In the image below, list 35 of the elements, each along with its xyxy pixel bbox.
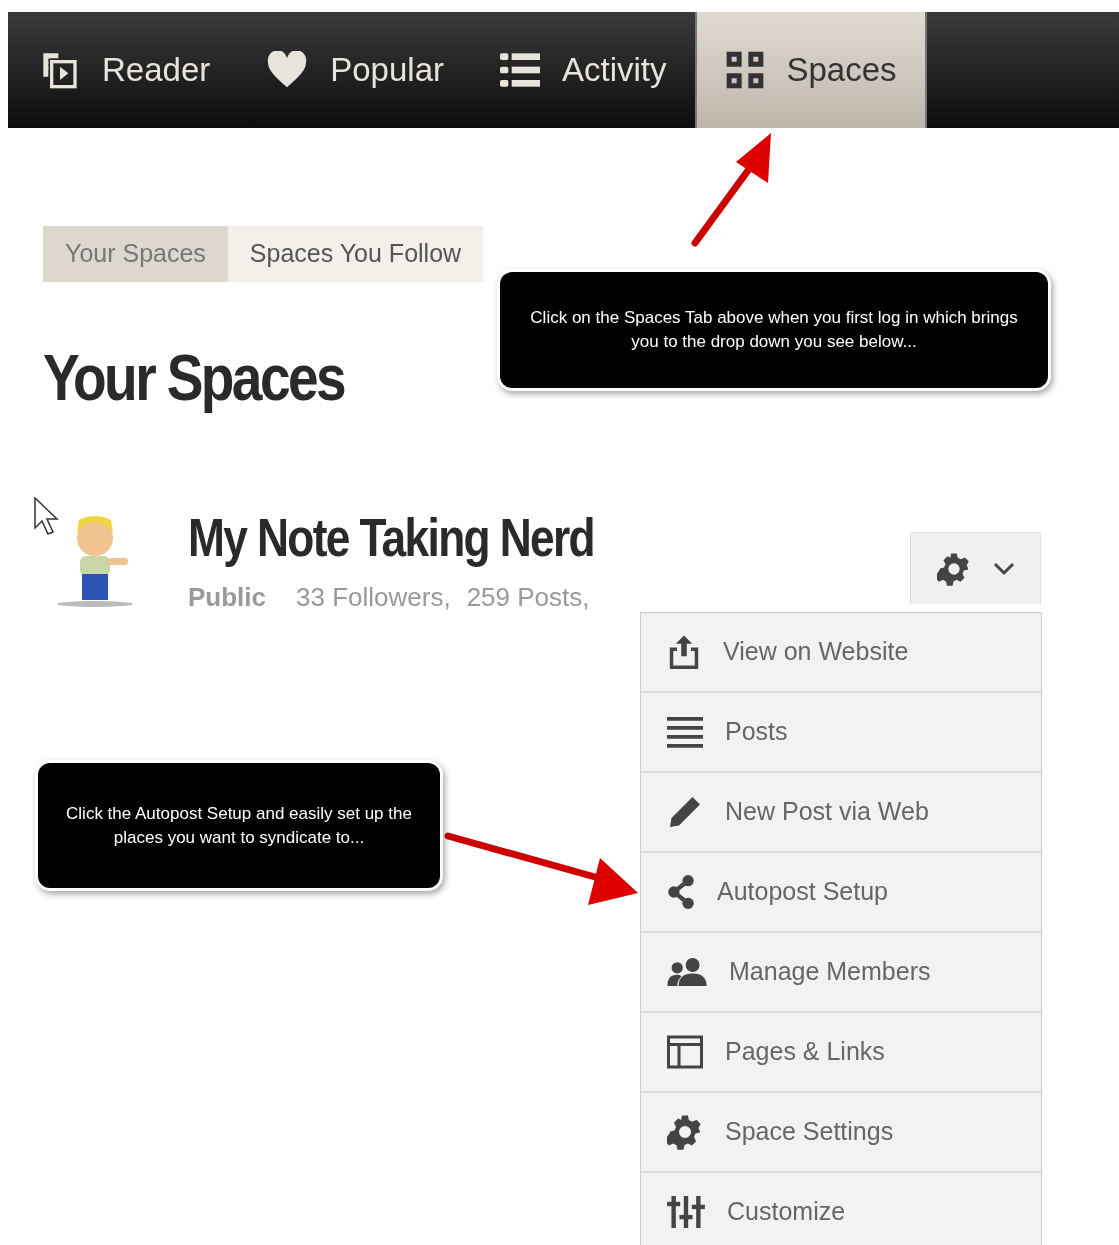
cursor-icon xyxy=(34,497,60,537)
menu-item[interactable]: Autopost Setup xyxy=(641,853,1041,933)
tab[interactable]: Spaces You Follow xyxy=(227,226,484,282)
people-icon xyxy=(667,958,707,986)
settings-icon xyxy=(936,551,971,586)
callout-box: Click on the Spaces Tab above when you first log in which brings you to the drop down you see below... xyxy=(500,272,1048,388)
followers-count: 33 Followers, xyxy=(296,581,451,614)
settings-dropdown-button[interactable] xyxy=(910,532,1041,604)
callout-box: Click the Autopost Setup and easily set up the places you want to syndicate to... xyxy=(38,763,440,888)
menu-item[interactable]: Space Settings xyxy=(641,1093,1041,1173)
menu-item[interactable]: Customize xyxy=(641,1173,1041,1245)
menu-item[interactable]: Manage Members xyxy=(641,933,1041,1013)
caret-icon xyxy=(992,561,1015,576)
share-icon xyxy=(667,875,695,909)
menu-item[interactable]: Pages & Links xyxy=(641,1013,1041,1093)
visibility-label: Public xyxy=(188,581,266,614)
menu-item[interactable]: View on Website xyxy=(641,613,1041,693)
tab[interactable]: Your Spaces xyxy=(43,226,228,282)
heart-icon xyxy=(266,51,309,89)
menu-item[interactable]: Posts xyxy=(641,693,1041,773)
sliders-icon xyxy=(667,1196,705,1228)
grid-icon xyxy=(724,50,765,90)
nav-tab[interactable]: Reader xyxy=(12,12,239,128)
gear-icon xyxy=(667,1114,703,1150)
posts-count: 259 Posts, xyxy=(466,581,590,614)
reader-icon xyxy=(40,50,80,90)
nav-tab[interactable]: Spaces xyxy=(694,12,927,128)
layout-icon xyxy=(667,1035,703,1069)
upload-icon xyxy=(667,634,701,670)
list-icon xyxy=(500,51,540,89)
nav-tab[interactable]: Popular xyxy=(238,12,472,128)
pencil-icon xyxy=(667,794,703,830)
menu-item[interactable]: New Post via Web xyxy=(641,773,1041,853)
nav-tab[interactable]: Activity xyxy=(472,12,695,128)
list-icon xyxy=(667,715,703,749)
